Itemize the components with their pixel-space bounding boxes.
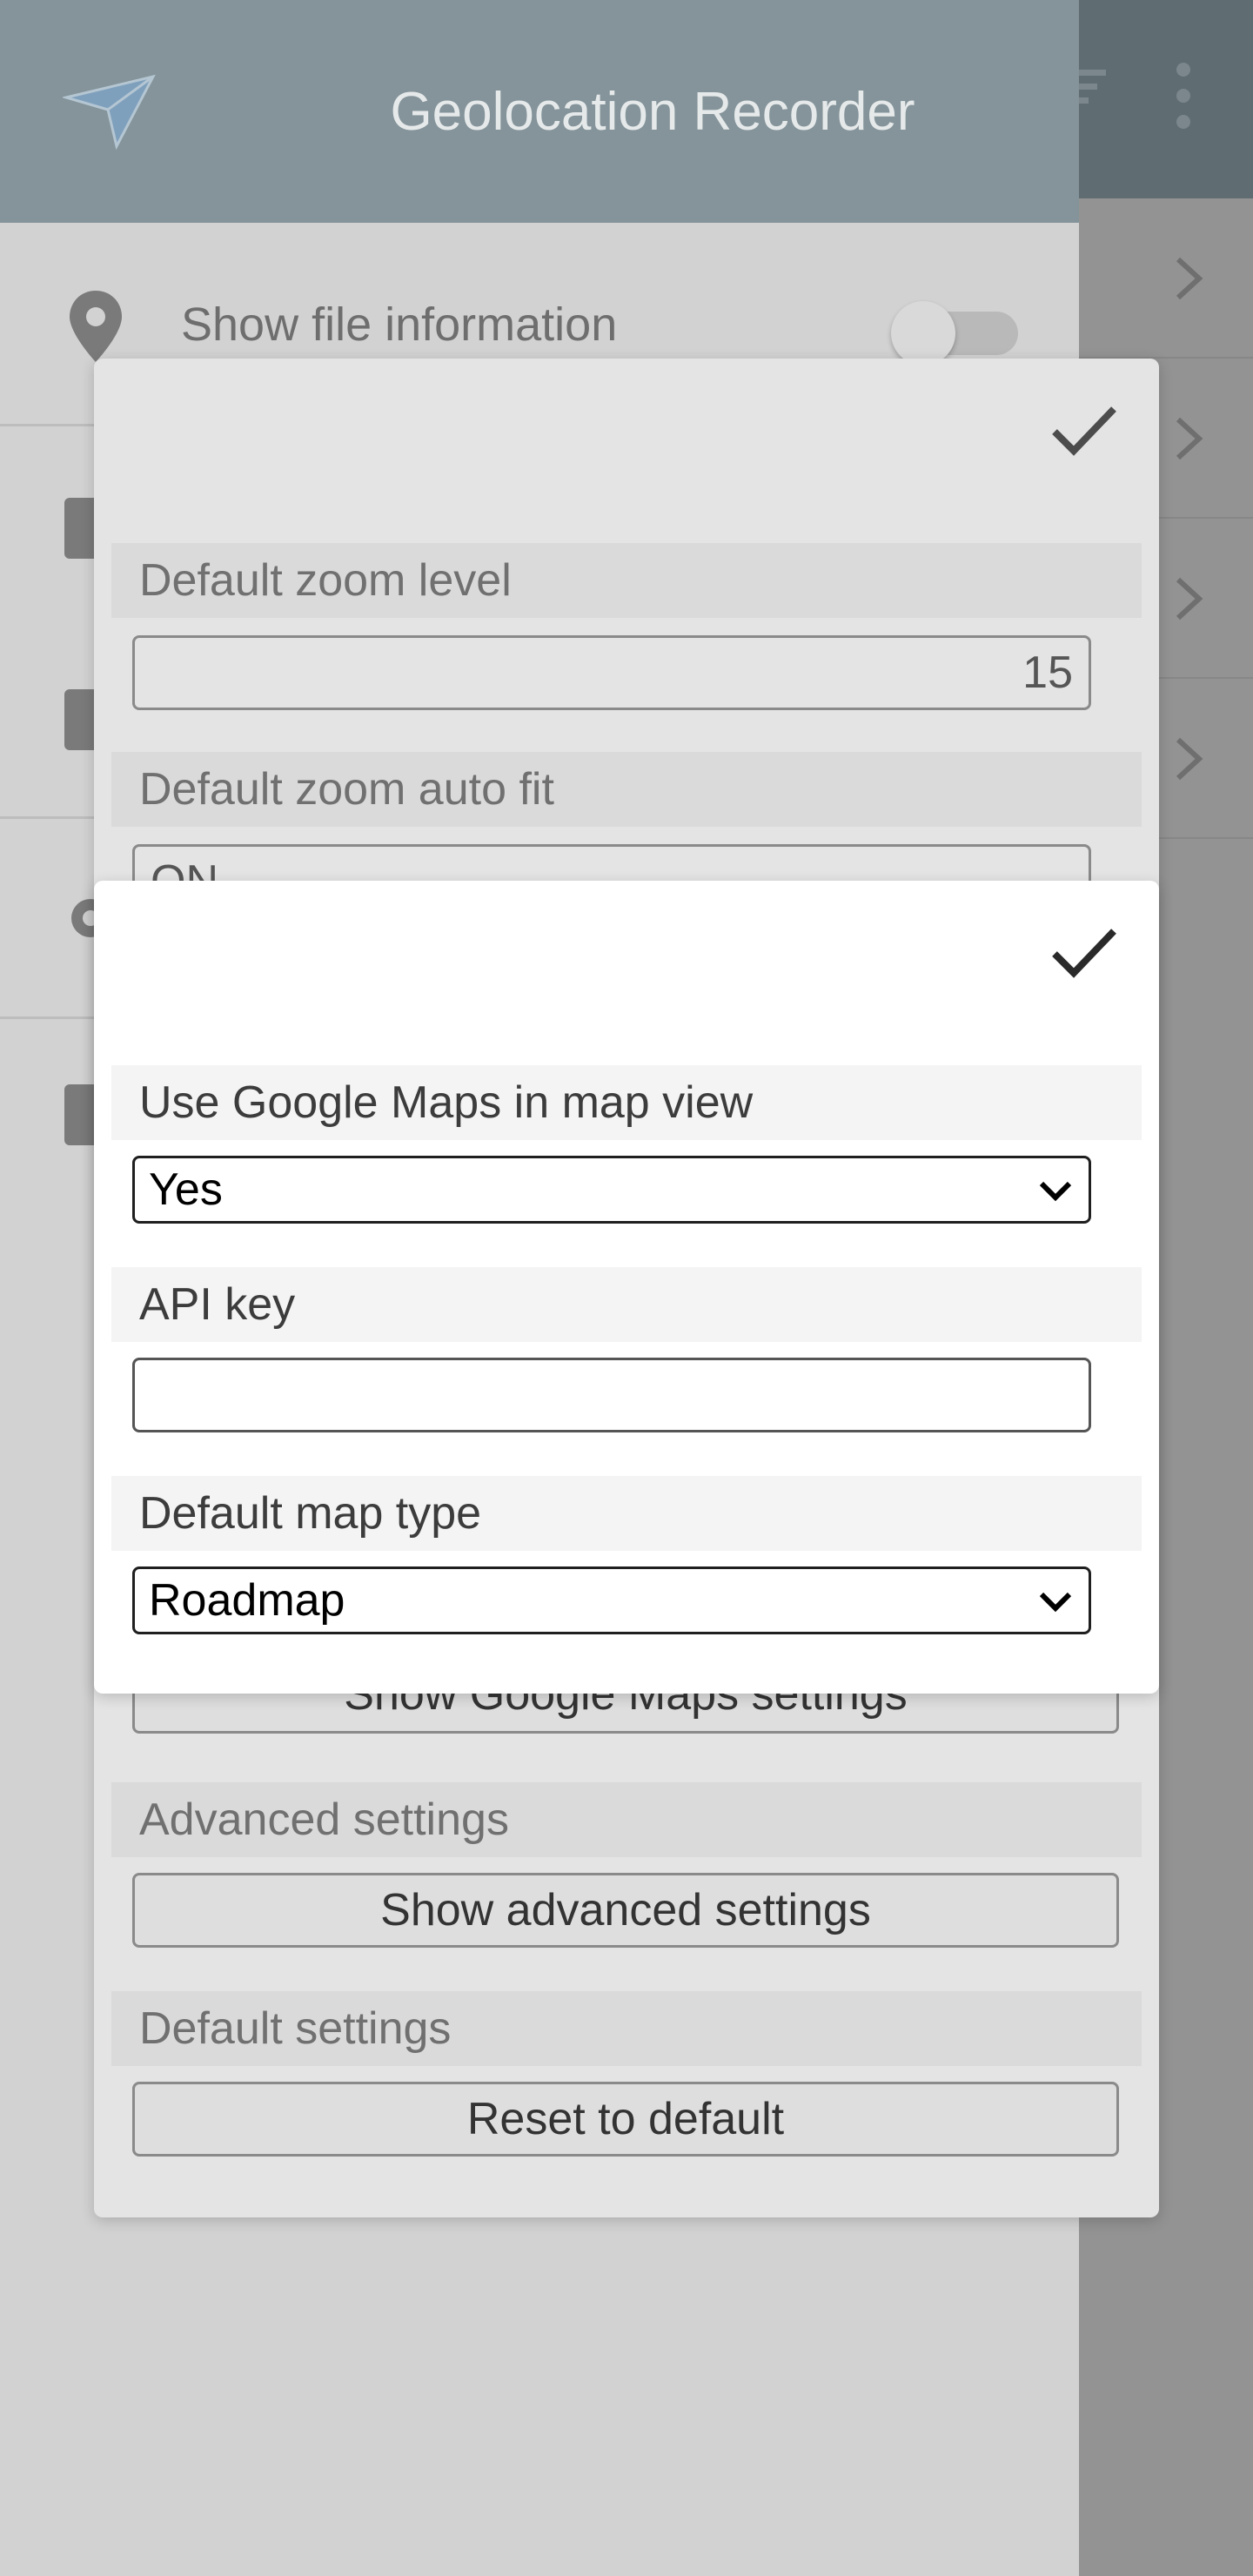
show-file-info-toggle[interactable] [888, 301, 1018, 366]
use-google-maps-select[interactable]: Yes [132, 1156, 1091, 1224]
google-maps-settings-dialog: Use Google Maps in map view Yes API key … [94, 881, 1159, 1694]
reset-to-default-button[interactable]: Reset to default [132, 2082, 1119, 2157]
toggle-thumb [891, 301, 955, 366]
default-map-type-select[interactable]: Roadmap [132, 1566, 1091, 1634]
chevron-right-icon [1176, 257, 1203, 300]
pin-icon [70, 291, 122, 362]
more-vert-icon[interactable] [1166, 61, 1201, 131]
check-icon[interactable] [1049, 400, 1119, 461]
chevron-down-icon [1039, 1181, 1072, 1202]
show-advanced-settings-button[interactable]: Show advanced settings [132, 1873, 1119, 1948]
chevron-right-icon [1176, 737, 1203, 781]
use-google-maps-value: Yes [149, 1164, 223, 1215]
advanced-settings-heading: Advanced settings [111, 1782, 1142, 1857]
paper-plane-icon [63, 74, 156, 150]
default-zoom-level-field[interactable]: 15 [132, 635, 1091, 710]
default-map-type-value: Roadmap [149, 1575, 345, 1626]
default-zoom-auto-fit-heading: Default zoom auto fit [111, 752, 1142, 827]
show-file-info-label: Show file information [181, 299, 618, 351]
chevron-right-icon [1176, 577, 1203, 621]
app-title: Geolocation Recorder [390, 81, 915, 142]
chevron-right-icon [1176, 417, 1203, 460]
background-list-row[interactable] [1079, 198, 1253, 359]
api-key-input[interactable] [132, 1358, 1091, 1432]
default-map-type-heading: Default map type [111, 1476, 1142, 1551]
default-zoom-level-heading: Default zoom level [111, 543, 1142, 618]
check-icon[interactable] [1049, 922, 1119, 983]
use-google-maps-heading: Use Google Maps in map view [111, 1065, 1142, 1140]
api-key-heading: API key [111, 1267, 1142, 1342]
drawer-header: Geolocation Recorder [0, 0, 1079, 223]
chevron-down-icon [1039, 1592, 1072, 1613]
default-settings-heading: Default settings [111, 1991, 1142, 2066]
